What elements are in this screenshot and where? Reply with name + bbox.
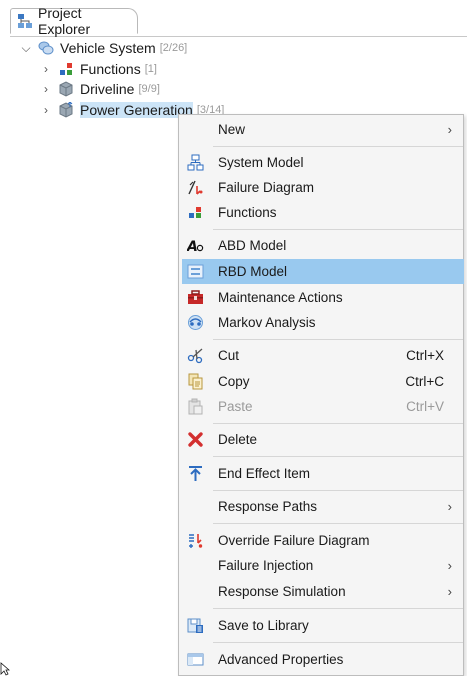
menu-item-new[interactable]: New › [180, 117, 462, 142]
menu-item-label: Failure Injection [218, 558, 314, 573]
tab-title: Project Explorer [38, 5, 91, 37]
end-effect-icon [187, 465, 204, 482]
chevron-down-icon[interactable]: ⌵ [20, 41, 32, 56]
tree-node-functions[interactable]: › Functions [1] [40, 59, 157, 79]
menu-separator [213, 490, 463, 491]
menu-item-advanced-properties[interactable]: Advanced Properties [180, 647, 462, 672]
submenu-arrow-icon: › [447, 122, 452, 137]
toolbox-icon [187, 289, 204, 306]
svg-text:A: A [187, 239, 198, 254]
menu-item-label: Copy [218, 374, 250, 389]
menu-item-label: Paste [218, 399, 253, 414]
chevron-right-icon[interactable]: › [40, 82, 52, 96]
functions-icon [187, 204, 204, 221]
menu-item-functions[interactable]: Functions [180, 200, 462, 225]
menu-item-label: Response Simulation [218, 584, 346, 599]
menu-item-label: Cut [218, 348, 240, 363]
menu-item-label: Functions [218, 205, 277, 220]
system-model-icon [187, 154, 204, 171]
mouse-pointer-icon [0, 662, 10, 676]
tree-node-vehicle-system[interactable]: ⌵ Vehicle System [2/26] [20, 38, 187, 58]
menu-item-failure-diagram[interactable]: Failure Diagram [180, 175, 462, 200]
submenu-arrow-icon: › [447, 584, 452, 599]
menu-item-shortcut: Ctrl+C [405, 374, 444, 389]
menu-separator [213, 608, 463, 609]
tree-node-count: [2/26] [159, 42, 188, 54]
menu-item-abd-model[interactable]: A ABD Model [180, 233, 462, 258]
component-icon [58, 101, 74, 118]
tree-node-count: [9/9] [138, 83, 160, 95]
menu-item-label: Save to Library [218, 618, 309, 633]
menu-item-label: Failure Diagram [218, 180, 315, 195]
menu-separator [213, 146, 463, 147]
properties-icon [187, 651, 204, 668]
menu-separator [213, 423, 463, 424]
override-icon [187, 532, 204, 549]
menu-item-save-to-library[interactable]: Save to Library [180, 613, 462, 638]
rbd-model-icon [187, 263, 204, 280]
menu-item-end-effect-item[interactable]: End Effect Item [180, 461, 462, 486]
menu-item-rbd-model[interactable]: RBD Model [182, 259, 464, 284]
menu-item-paste[interactable]: Paste Ctrl+V [180, 394, 462, 419]
chevron-right-icon[interactable]: › [40, 62, 52, 76]
menu-item-override-failure-diagram[interactable]: Override Failure Diagram [180, 528, 462, 553]
tree-node-label: Driveline [80, 81, 135, 97]
menu-item-label: Maintenance Actions [218, 290, 343, 305]
menu-separator [213, 523, 463, 524]
menu-item-copy[interactable]: Copy Ctrl+C [180, 369, 462, 394]
menu-item-shortcut: Ctrl+X [406, 348, 444, 363]
cut-icon [187, 347, 204, 364]
menu-item-shortcut: Ctrl+V [406, 399, 444, 414]
context-menu: New › System Model Failure Diagram Funct… [178, 114, 464, 676]
menu-item-delete[interactable]: Delete [180, 427, 462, 452]
tree-node-count: [1] [144, 63, 157, 75]
menu-item-label: Override Failure Diagram [218, 533, 370, 548]
menu-item-label: System Model [218, 155, 304, 170]
menu-item-label: Response Paths [218, 499, 318, 514]
tree-node-label: Power Generation [80, 102, 193, 118]
menu-item-label: Markov Analysis [218, 315, 316, 330]
menu-item-label: Delete [218, 432, 258, 447]
tab-project-explorer[interactable]: Project Explorer [10, 5, 138, 37]
menu-item-label: ABD Model [218, 238, 287, 253]
tree-node-driveline[interactable]: › Driveline [9/9] [40, 79, 160, 99]
copy-icon [187, 373, 204, 390]
menu-item-label: New [218, 122, 246, 137]
menu-separator [213, 339, 463, 340]
component-icon [58, 81, 74, 97]
menu-item-markov-analysis[interactable]: Markov Analysis [180, 310, 462, 335]
menu-item-label: Advanced Properties [218, 652, 344, 667]
submenu-arrow-icon: › [447, 499, 452, 514]
menu-item-label: RBD Model [218, 264, 288, 279]
tree-node-label: Vehicle System [60, 40, 156, 56]
menu-separator [213, 642, 463, 643]
menu-item-response-paths[interactable]: Response Paths › [180, 494, 462, 519]
menu-item-label: End Effect Item [218, 466, 311, 481]
view-tab-bar: Project Explorer [10, 5, 467, 37]
menu-item-cut[interactable]: Cut Ctrl+X [180, 343, 462, 368]
menu-item-system-model[interactable]: System Model [180, 150, 462, 175]
paste-icon [187, 398, 204, 415]
library-icon [187, 617, 204, 634]
menu-item-failure-injection[interactable]: Failure Injection › [180, 553, 462, 578]
system-icon [38, 40, 54, 56]
failure-diagram-icon [187, 179, 204, 196]
menu-separator [213, 456, 463, 457]
tree-node-label: Functions [80, 61, 141, 77]
menu-item-response-simulation[interactable]: Response Simulation › [180, 579, 462, 604]
markov-icon [187, 314, 204, 331]
project-explorer-icon [17, 13, 33, 29]
menu-item-maintenance-actions[interactable]: Maintenance Actions [180, 285, 462, 310]
chevron-right-icon[interactable]: › [40, 103, 52, 117]
menu-separator [213, 229, 463, 230]
delete-icon [187, 431, 204, 448]
functions-icon [58, 61, 74, 77]
submenu-arrow-icon: › [447, 558, 452, 573]
abd-model-icon: A [186, 237, 204, 255]
